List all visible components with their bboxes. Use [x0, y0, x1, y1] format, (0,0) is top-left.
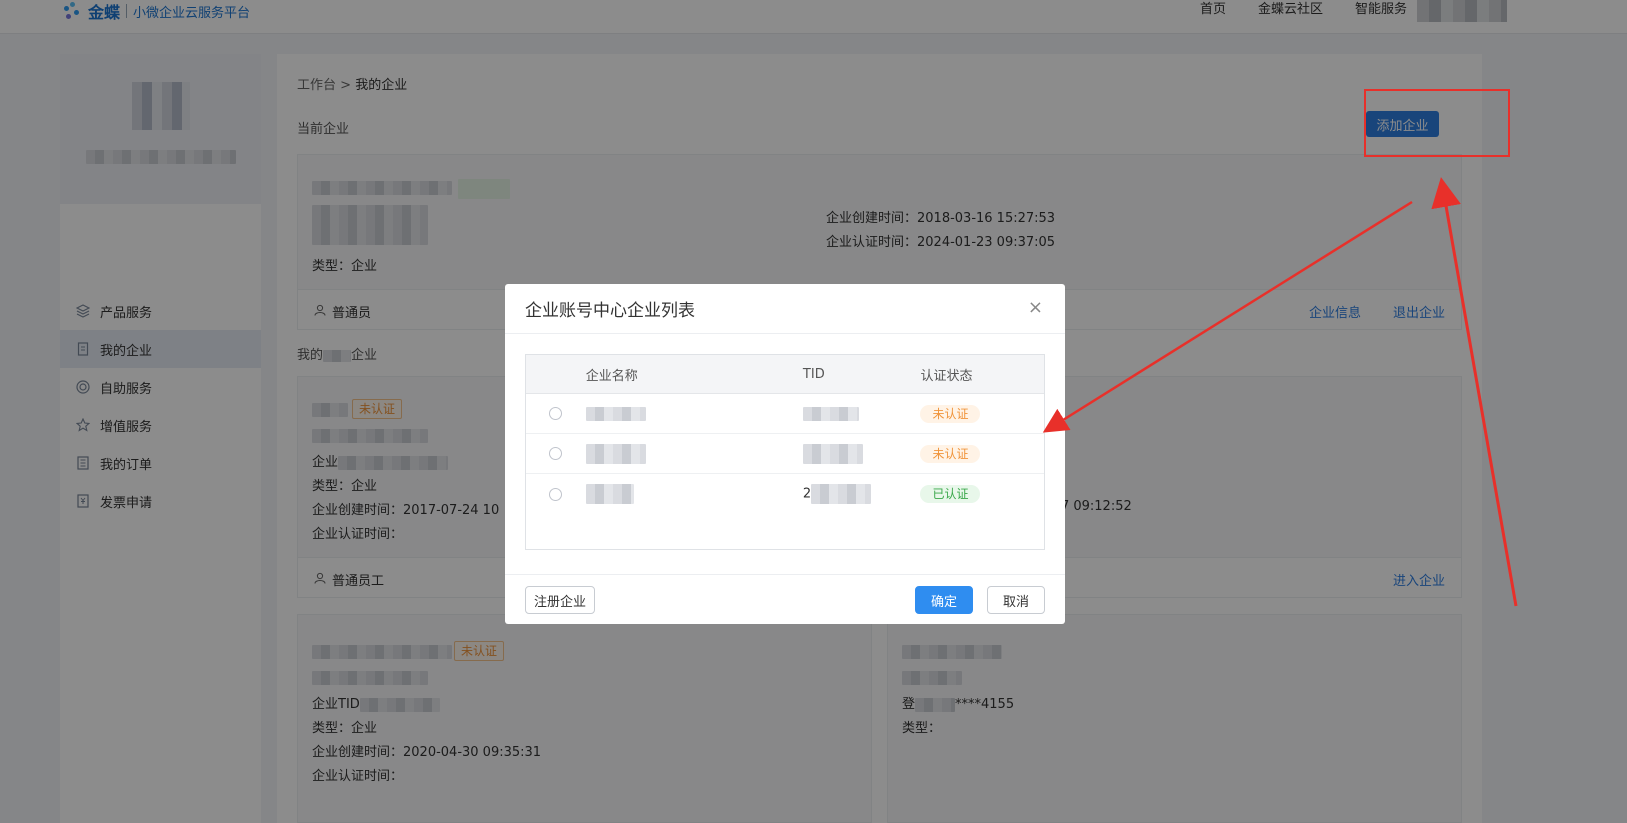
arrow-to-dialog — [1042, 200, 1413, 433]
arrow-to-add-button — [1431, 177, 1518, 607]
annotation-arrows — [1042, 177, 1518, 607]
